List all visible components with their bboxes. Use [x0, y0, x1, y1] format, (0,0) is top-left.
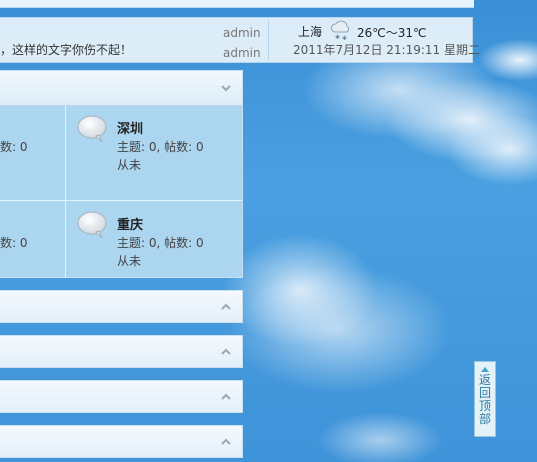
forum-name[interactable]: 重庆: [117, 214, 143, 233]
forum-stats: 主题: 0, 帖数: 0: [117, 140, 204, 154]
arrow-up-icon: [481, 367, 489, 372]
forum-stats-partial: 数: 0: [0, 236, 28, 250]
user-link[interactable]: admin: [223, 23, 261, 43]
info-bar: ，这样的文字你伤不起！ admin admin 上海 ✱ ✱ 26℃～31℃ 2…: [0, 17, 480, 63]
weather-city: 上海: [298, 25, 323, 39]
back-to-top-label: 返回顶部: [479, 373, 492, 426]
announcement-text[interactable]: ，这样的文字你伤不起！: [0, 41, 132, 58]
online-users: admin admin: [223, 23, 261, 63]
forum-stats-partial: 数: 0: [0, 140, 28, 154]
divider: [268, 20, 269, 60]
forum-category: 数: 0 数: 0 深圳 主题: 0, 帖数: 0 从未 重庆 主题: 0, 帖…: [0, 70, 243, 278]
weather-temperature: 26℃～31℃: [357, 26, 427, 40]
speech-bubble-icon: [77, 115, 107, 143]
category-header[interactable]: [0, 71, 242, 106]
back-to-top-button[interactable]: 返回顶部: [474, 361, 496, 437]
forum-last-post: 从未: [117, 254, 142, 268]
svg-text:✱: ✱: [335, 34, 340, 41]
datetime: 2011年7月12日 21:19:11 星期二: [293, 43, 480, 57]
collapsed-category[interactable]: [0, 290, 243, 323]
chevron-up-icon[interactable]: [220, 436, 232, 448]
collapsed-category[interactable]: [0, 425, 243, 458]
collapsed-category[interactable]: [0, 380, 243, 413]
grid-divider: [0, 200, 242, 201]
forum-last-post: 从未: [117, 158, 142, 172]
chevron-down-icon[interactable]: [220, 82, 232, 94]
grid-divider: [65, 106, 66, 278]
chevron-up-icon[interactable]: [220, 391, 232, 403]
collapsed-category[interactable]: [0, 335, 243, 368]
forum-name[interactable]: 深圳: [117, 118, 143, 137]
chevron-up-icon[interactable]: [220, 301, 232, 313]
top-bar: [0, 0, 474, 8]
chevron-up-icon[interactable]: [220, 346, 232, 358]
user-link[interactable]: admin: [223, 43, 261, 63]
forum-stats: 主题: 0, 帖数: 0: [117, 236, 204, 250]
speech-bubble-icon: [77, 211, 107, 239]
